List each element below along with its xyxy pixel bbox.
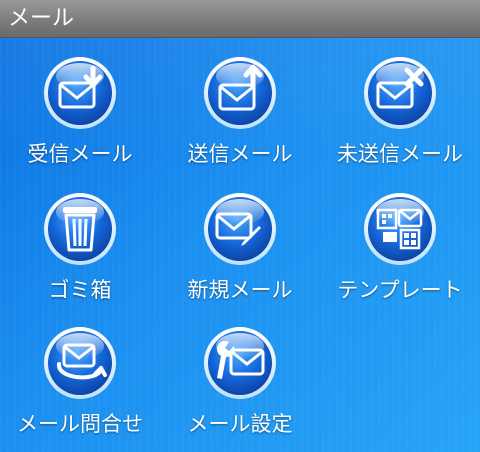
mail-settings-icon <box>201 324 279 402</box>
inbox-mail-icon <box>41 54 119 132</box>
mail-inquiry-icon <box>41 324 119 402</box>
menu-item-label: メール問合せ <box>17 412 143 436</box>
menu-item-label: 送信メール <box>187 142 293 166</box>
menu-item-mail-settings[interactable]: メール設定 <box>160 308 320 440</box>
menu-item-compose[interactable]: 新規メール <box>160 174 320 306</box>
page-title: メール <box>8 6 75 31</box>
menu-grid: 受信メール 送信メール 未送信メール ゴミ箱 新規メール テンプレート メール問… <box>0 38 480 452</box>
menu-item-unsent[interactable]: 未送信メール <box>320 38 480 170</box>
title-bar: メール <box>0 0 480 38</box>
menu-item-label: 受信メール <box>27 142 133 166</box>
compose-mail-icon <box>201 190 279 268</box>
mail-menu-screen: メール 受信メール 送信メール 未送信メール ゴミ箱 新規メール テンプレート … <box>0 0 480 452</box>
unsent-mail-icon <box>361 54 439 132</box>
trash-icon <box>41 190 119 268</box>
template-icon <box>361 190 439 268</box>
menu-item-trash[interactable]: ゴミ箱 <box>0 174 160 306</box>
menu-item-sent[interactable]: 送信メール <box>160 38 320 170</box>
menu-item-label: 新規メール <box>187 278 293 302</box>
menu-item-mail-inquiry[interactable]: メール問合せ <box>0 308 160 440</box>
menu-item-label: 未送信メール <box>337 142 463 166</box>
menu-item-inbox[interactable]: 受信メール <box>0 38 160 170</box>
menu-item-label: ゴミ箱 <box>48 278 112 302</box>
menu-item-label: テンプレート <box>337 278 463 302</box>
menu-item-label: メール設定 <box>187 412 293 436</box>
menu-item-template[interactable]: テンプレート <box>320 174 480 306</box>
sent-mail-icon <box>201 54 279 132</box>
